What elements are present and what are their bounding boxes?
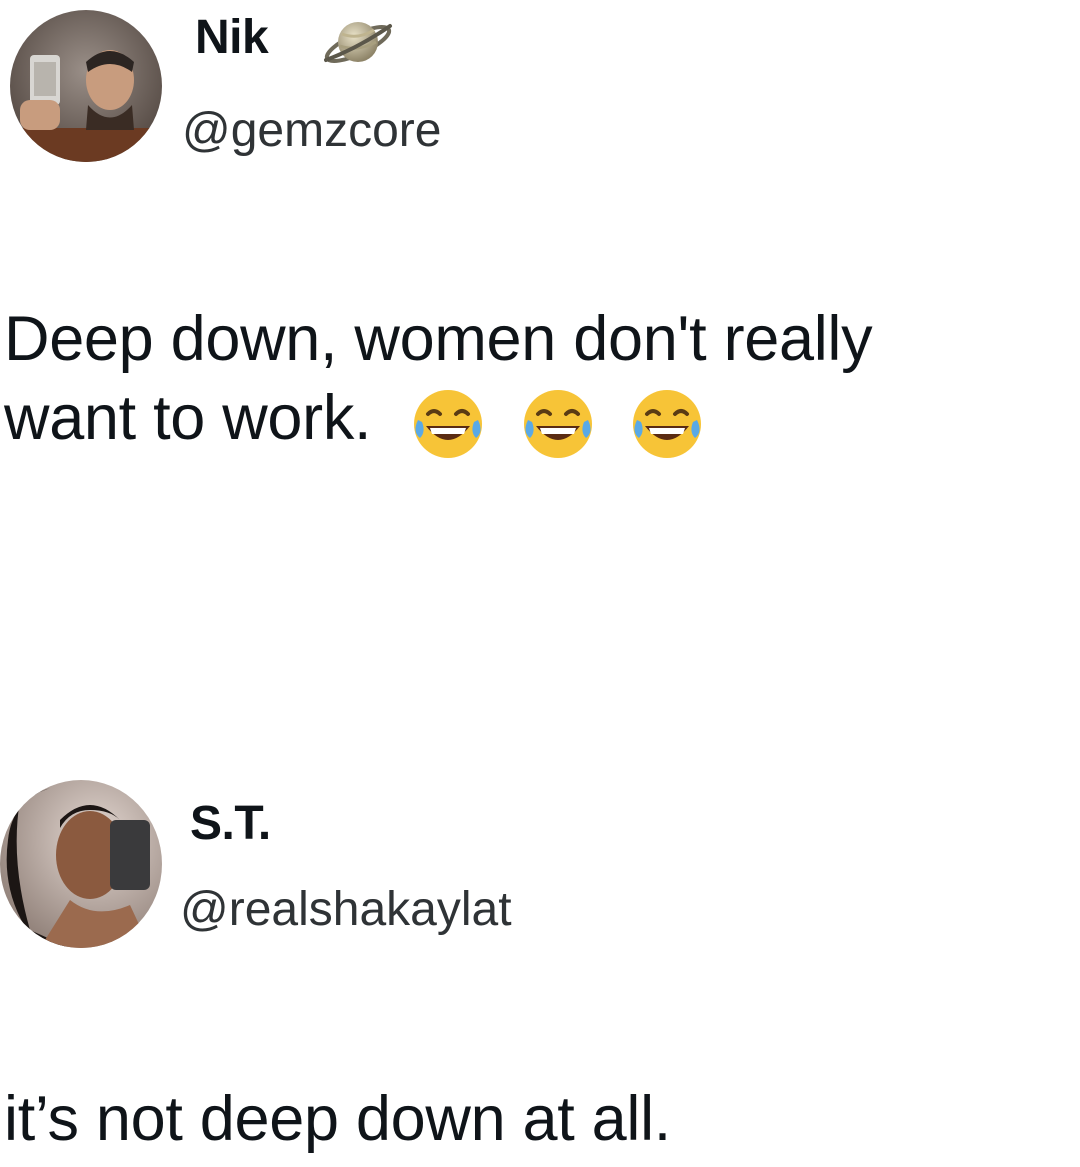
emoji-row [408, 381, 718, 464]
handle[interactable]: @gemzcore [182, 103, 441, 159]
tweet-text-line-1: it’s not deep down at all. [4, 1084, 671, 1154]
face-with-tears-of-joy-icon [632, 390, 701, 459]
avatar[interactable] [0, 780, 162, 948]
face-with-tears-of-joy-icon [414, 390, 483, 459]
face-with-tears-of-joy-icon [523, 390, 592, 459]
tweet-text-line-2-words: want to work. [4, 383, 372, 453]
display-name[interactable]: S.T. [190, 796, 271, 852]
tweet-text-line-1: Deep down, women don't really [4, 304, 873, 374]
display-name[interactable]: Nik [195, 10, 269, 66]
tweet-text: Deep down, women don't really want to wo… [4, 300, 1074, 464]
tweet-text: it’s not deep down at all. [4, 1080, 1074, 1159]
handle[interactable]: @realshakaylat [180, 882, 512, 938]
avatar-photo-icon [0, 780, 162, 948]
avatar-photo-icon [10, 10, 162, 162]
tweet-text-line-2: want to work. [4, 379, 1074, 464]
avatar[interactable] [10, 10, 162, 162]
ringed-planet-icon [324, 22, 392, 63]
